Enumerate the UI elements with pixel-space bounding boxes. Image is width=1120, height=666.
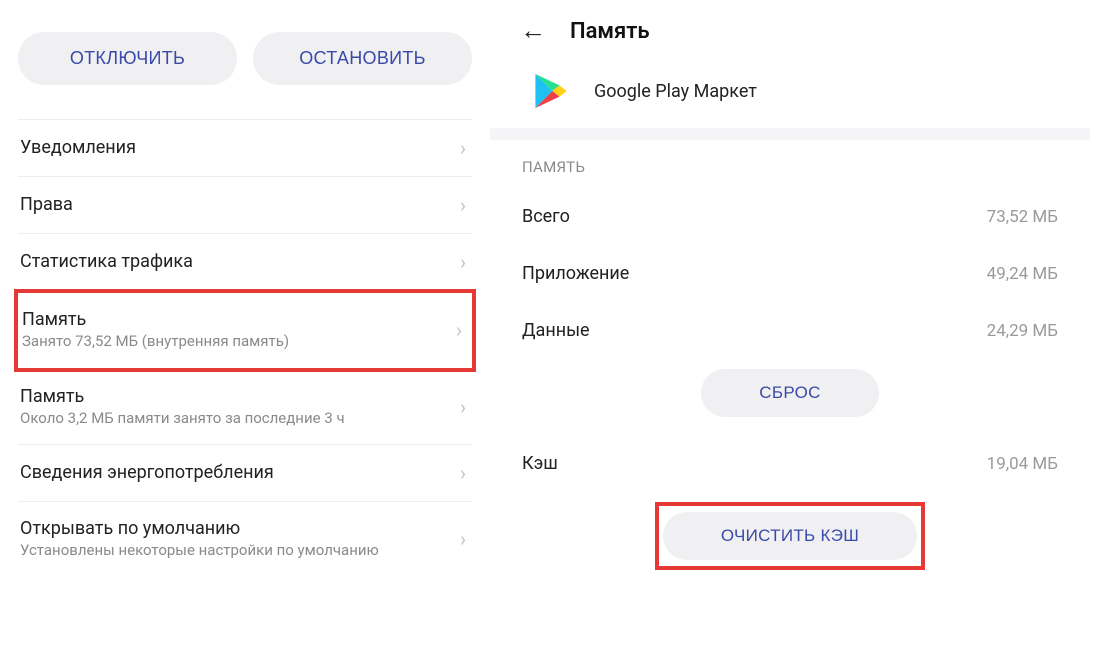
list-item-traffic[interactable]: Статистика трафика › (18, 234, 472, 291)
list-item-storage[interactable]: Память Занято 73,52 МБ (внутренняя памят… (14, 289, 476, 372)
section-label: ПАМЯТЬ (520, 140, 1060, 188)
list-item-title: Память (22, 309, 448, 330)
clear-cache-button-wrap: ОЧИСТИТЬ КЭШ (520, 492, 1060, 588)
clear-cache-button[interactable]: ОЧИСТИТЬ КЭШ (663, 512, 917, 560)
google-play-icon (534, 72, 568, 110)
reset-data-button[interactable]: СБРОС (701, 369, 878, 417)
row-cache: Кэш 19,04 МБ (520, 435, 1060, 492)
chevron-right-icon: › (452, 193, 466, 217)
app-info-panel: ОТКЛЮЧИТЬ ОСТАНОВИТЬ Уведомления › Права… (0, 0, 490, 666)
row-value: 49,24 МБ (987, 264, 1058, 284)
storage-panel: ← Память Google Play Маркет ПАМЯТЬ Всего… (490, 0, 1090, 666)
disable-button[interactable]: ОТКЛЮЧИТЬ (18, 32, 237, 85)
row-data: Данные 24,29 МБ (520, 302, 1060, 359)
stop-button[interactable]: ОСТАНОВИТЬ (253, 32, 472, 85)
app-name-label: Google Play Маркет (594, 81, 757, 102)
header-row: ← Память (520, 18, 1060, 44)
list-item-title: Открывать по умолчанию (20, 518, 452, 539)
list-item-open-default[interactable]: Открывать по умолчанию Установлены некот… (18, 502, 472, 577)
highlight-annotation: ОЧИСТИТЬ КЭШ (655, 502, 925, 570)
chevron-right-icon: › (452, 527, 466, 551)
back-arrow-icon[interactable]: ← (520, 18, 546, 44)
list-item-title: Сведения энергопотребления (20, 462, 452, 483)
list-item-title: Память (20, 386, 452, 407)
list-item-notifications[interactable]: Уведомления › (18, 120, 472, 177)
row-total: Всего 73,52 МБ (520, 188, 1060, 245)
chevron-right-icon: › (448, 318, 462, 342)
chevron-right-icon: › (452, 136, 466, 160)
chevron-right-icon: › (452, 250, 466, 274)
row-label: Данные (522, 320, 590, 341)
app-identity-row: Google Play Маркет (520, 64, 1060, 128)
row-value: 24,29 МБ (987, 321, 1058, 341)
list-item-title: Права (20, 194, 452, 215)
list-item-battery[interactable]: Сведения энергопотребления › (18, 445, 472, 502)
row-value: 19,04 МБ (987, 454, 1058, 474)
list-item-title: Уведомления (20, 137, 452, 158)
settings-list: Уведомления › Права › Статистика трафика… (18, 119, 472, 577)
list-item-subtitle: Установлены некоторые настройки по умолч… (20, 541, 452, 561)
chevron-right-icon: › (452, 395, 466, 419)
list-item-subtitle: Около 3,2 МБ памяти занято за последние … (20, 409, 452, 429)
section-separator (490, 128, 1090, 140)
row-label: Всего (522, 206, 570, 227)
chevron-right-icon: › (452, 461, 466, 485)
row-label: Приложение (522, 263, 629, 284)
list-item-memory[interactable]: Память Около 3,2 МБ памяти занято за пос… (18, 370, 472, 446)
row-app: Приложение 49,24 МБ (520, 245, 1060, 302)
reset-button-wrap: СБРОС (520, 359, 1060, 435)
row-value: 73,52 МБ (987, 207, 1058, 227)
list-item-subtitle: Занято 73,52 МБ (внутренняя память) (22, 332, 448, 352)
list-item-title: Статистика трафика (20, 251, 452, 272)
action-button-row: ОТКЛЮЧИТЬ ОСТАНОВИТЬ (18, 20, 472, 85)
list-item-permissions[interactable]: Права › (18, 177, 472, 234)
row-label: Кэш (522, 453, 558, 474)
page-title: Память (570, 19, 650, 44)
